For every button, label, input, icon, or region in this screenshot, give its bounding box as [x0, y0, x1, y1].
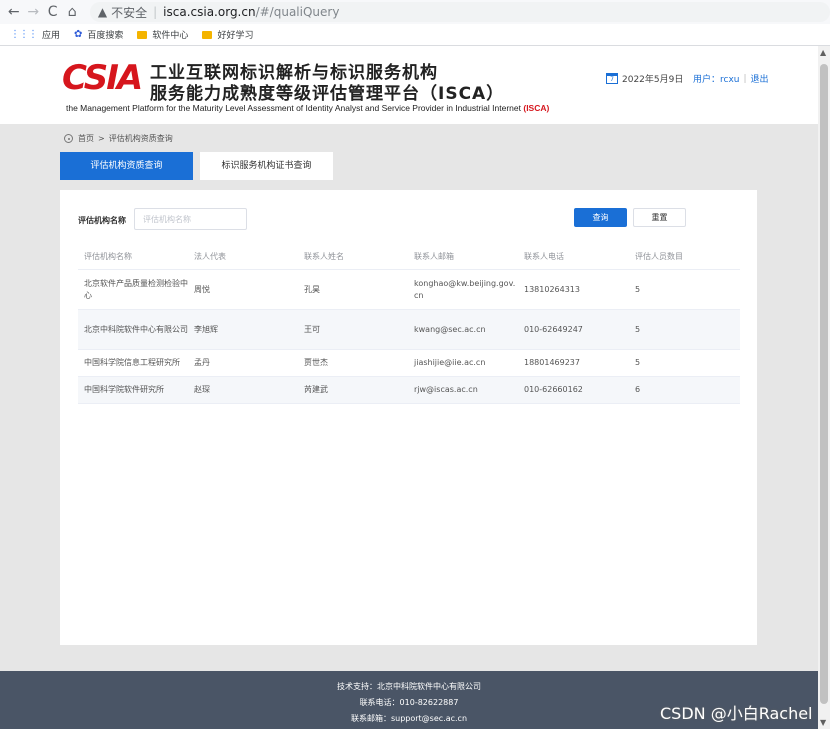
results-table: 评估机构名称 法人代表 联系人姓名 联系人邮箱 联系人电话 评估人员数目 北京软…: [78, 245, 740, 404]
subtitle-tag: (ISCA): [523, 103, 550, 113]
baidu-paw-icon: ✿: [74, 29, 83, 40]
bookmark-baidu[interactable]: ✿ 百度搜索: [74, 28, 123, 41]
breadcrumb: 首页 > 评估机构资质查询: [64, 133, 173, 144]
insecure-label: 不安全: [111, 5, 148, 20]
url-host: isca.csia.org.cn: [163, 5, 256, 19]
table-row[interactable]: 北京中科院软件中心有限公司 李旭辉 王可 kwang@sec.ac.cn 010…: [78, 310, 740, 350]
table-row[interactable]: 中国科学院信息工程研究所 孟丹 贾世杰 jiashijie@iie.ac.cn …: [78, 350, 740, 377]
breadcrumb-separator: >: [98, 134, 105, 143]
divider: |: [743, 73, 747, 84]
csdn-watermark: CSDN @小白Rachel: [660, 704, 813, 723]
cell-contact-email: jiashijie@iie.ac.cn: [414, 358, 486, 367]
current-date: 2022年5月9日: [622, 75, 684, 85]
footer-support: 技术支持：北京中科院软件中心有限公司: [337, 682, 481, 691]
bookmark-label: 百度搜索: [87, 31, 124, 41]
site-header: CSIA 工业互联网标识解析与标识服务机构 服务能力成熟度等级评估管理平台（IS…: [0, 46, 818, 124]
folder-icon: [202, 30, 213, 39]
bookmark-label: 软件中心: [152, 31, 189, 41]
url-path: /#/qualiQuery: [255, 5, 340, 19]
folder-icon: [137, 30, 148, 39]
reload-icon[interactable]: C: [43, 0, 62, 24]
table-header: 评估机构名称 法人代表 联系人姓名 联系人邮箱 联系人电话 评估人员数目: [78, 245, 740, 270]
logout-link[interactable]: 退出: [751, 72, 769, 85]
warning-icon: ▲: [97, 5, 108, 19]
cell-contact-email: kwang@sec.ac.cn: [414, 324, 486, 334]
query-button[interactable]: 查询: [574, 208, 627, 227]
bookmark-label: 应用: [42, 31, 61, 41]
cell-assessor-count: 5: [635, 358, 641, 367]
query-card: 评估机构名称 查询 重置 评估机构名称 法人代表 联系人姓名 联系人邮箱 联系人…: [60, 190, 757, 645]
table-row[interactable]: 中国科学院软件研究所 赵琛 芮建武 rjw@iscas.ac.cn 010-62…: [78, 377, 740, 404]
scroll-thumb[interactable]: [820, 64, 828, 704]
table-row[interactable]: 北京软件产品质量检测检验中心 周悦 孔昊 konghao@kw.beijing.…: [78, 270, 740, 310]
cell-assessor-count: 5: [635, 284, 641, 294]
column-header: 评估机构名称: [84, 252, 132, 261]
url-separator: |: [153, 5, 158, 19]
user-info: 用户：rcxu | 退出: [693, 72, 769, 86]
forward-icon[interactable]: →: [23, 0, 42, 24]
address-bar[interactable]: ▲ 不安全 | isca.csia.org.cn /#/qualiQuery: [89, 2, 830, 22]
cell-contact-phone: 010-62649247: [524, 324, 583, 334]
cell-org-name: 北京软件产品质量检测检验中心: [84, 278, 188, 300]
bookmark-software-center[interactable]: 软件中心: [137, 28, 188, 41]
breadcrumb-home[interactable]: 首页: [78, 133, 94, 144]
cell-contact-name: 孔昊: [304, 284, 320, 294]
cell-legal-rep: 周悦: [194, 284, 210, 294]
cell-contact-phone: 010-62660162: [524, 385, 583, 394]
bookmark-apps[interactable]: ⋮⋮⋮ 应用: [10, 28, 60, 41]
cell-contact-email: konghao@kw.beijing.gov.cn: [414, 278, 516, 300]
column-header: 联系人电话: [524, 252, 564, 261]
search-label: 评估机构名称: [78, 216, 126, 225]
back-icon[interactable]: ←: [4, 0, 23, 24]
cell-contact-phone: 13810264313: [524, 284, 580, 294]
bookmark-label: 好好学习: [217, 31, 254, 41]
cell-legal-rep: 赵琛: [194, 385, 210, 394]
column-header: 联系人姓名: [304, 252, 344, 261]
user-label: 用户：rcxu: [693, 75, 740, 85]
reset-button[interactable]: 重置: [633, 208, 686, 227]
cell-assessor-count: 5: [635, 324, 641, 334]
bookmark-study[interactable]: 好好学习: [202, 28, 253, 41]
location-icon: [64, 134, 73, 143]
csia-logo: CSIA: [62, 58, 143, 98]
browser-toolbar: ← → C ⌂ ▲ 不安全 | isca.csia.org.cn /#/qual…: [0, 0, 830, 24]
cell-contact-name: 芮建武: [304, 385, 328, 394]
tab-certificate-query[interactable]: 标识服务机构证书查询: [200, 152, 333, 180]
scroll-up-icon[interactable]: ▲: [820, 48, 826, 57]
page-viewport: CSIA 工业互联网标识解析与标识服务机构 服务能力成熟度等级评估管理平台（IS…: [0, 46, 818, 729]
cell-legal-rep: 孟丹: [194, 358, 210, 367]
calendar-icon: 7: [606, 73, 618, 84]
column-header: 评估人员数目: [635, 252, 683, 261]
org-name-input[interactable]: [134, 208, 247, 230]
cell-org-name: 中国科学院软件研究所: [84, 385, 164, 394]
cell-contact-name: 王可: [304, 324, 320, 334]
column-header: 法人代表: [194, 252, 226, 261]
scroll-down-icon[interactable]: ▼: [820, 718, 826, 727]
vertical-scrollbar[interactable]: ▲ ▼: [818, 46, 830, 729]
cell-org-name: 北京中科院软件中心有限公司: [84, 324, 188, 334]
cell-legal-rep: 李旭辉: [194, 324, 218, 334]
tab-assessment-qualification[interactable]: 评估机构资质查询: [60, 152, 193, 180]
home-icon[interactable]: ⌂: [62, 0, 81, 24]
column-header: 联系人邮箱: [414, 252, 454, 261]
apps-grid-icon: ⋮⋮⋮: [10, 29, 38, 40]
cell-contact-name: 贾世杰: [304, 358, 328, 367]
breadcrumb-current: 评估机构资质查询: [108, 134, 173, 143]
cell-contact-phone: 18801469237: [524, 358, 580, 367]
date-display: 7 2022年5月9日: [606, 72, 683, 85]
subtitle-english: the Management Platform for the Maturity…: [66, 103, 521, 113]
cell-org-name: 中国科学院信息工程研究所: [84, 358, 180, 367]
site-title-line2: 服务能力成熟度等级评估管理平台（ISCA）: [150, 84, 505, 104]
cell-contact-email: rjw@iscas.ac.cn: [414, 385, 478, 394]
bookmarks-bar: ⋮⋮⋮ 应用 ✿ 百度搜索 软件中心 好好学习: [0, 24, 830, 46]
cell-assessor-count: 6: [635, 385, 641, 394]
site-subtitle: the Management Platform for the Maturity…: [66, 103, 549, 113]
